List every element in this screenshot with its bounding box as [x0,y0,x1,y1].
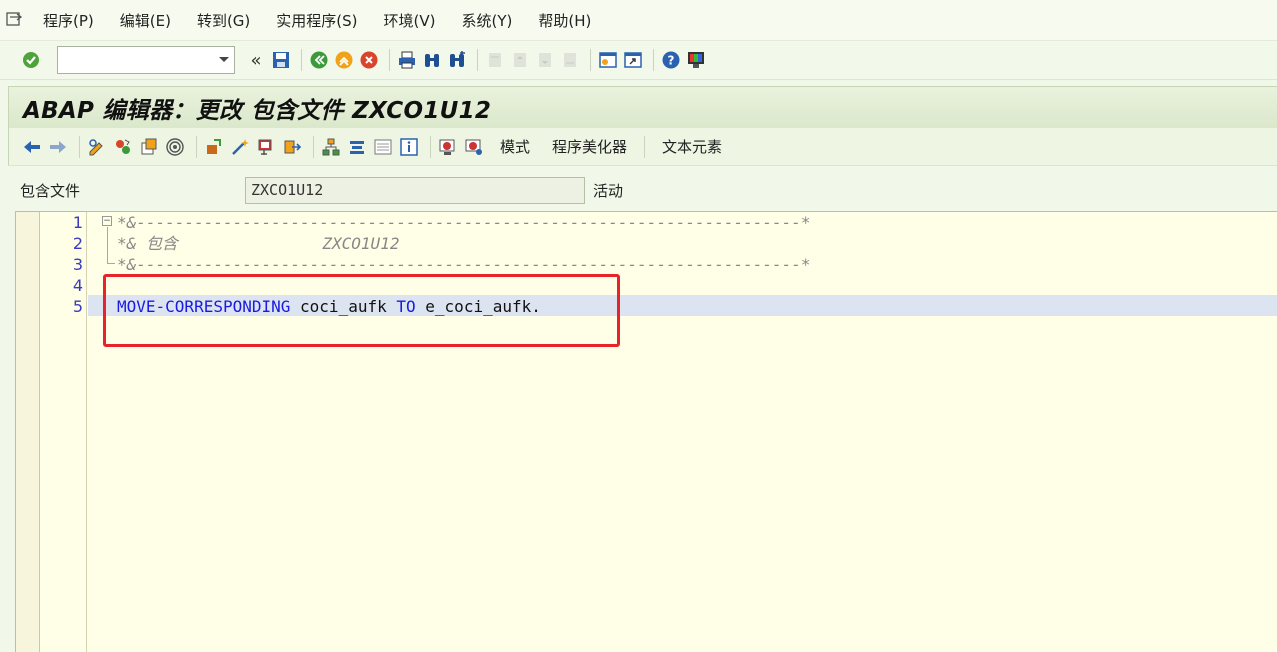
set-breakpoint-icon[interactable] [437,136,459,158]
menu-help[interactable]: 帮助(H) [525,10,604,31]
menu-program[interactable]: 程序(P) [30,10,107,31]
last-page-icon[interactable] [559,49,581,71]
print-icon[interactable] [396,49,418,71]
line-number: 5 [72,297,83,316]
create-session-icon[interactable] [597,49,619,71]
collapse-command-icon[interactable]: « [245,49,267,71]
text-elements-button[interactable]: 文本元素 [651,136,733,157]
command-field[interactable] [57,46,235,74]
forward-arrow-icon[interactable] [47,136,69,158]
where-used-icon[interactable] [255,136,277,158]
activate-icon[interactable] [164,136,186,158]
line-number: 2 [72,234,83,253]
menu-environment[interactable]: 环境(V) [371,10,449,31]
svg-text:?: ? [668,54,675,68]
find-next-icon[interactable] [446,49,468,71]
code-line-2[interactable]: *& 包含 ZXCO1U12 [117,233,399,254]
menu-shortcut-icon[interactable] [0,0,30,40]
status-text: 活动 [593,181,624,200]
customize-layout-icon[interactable] [685,49,707,71]
pattern-button[interactable]: 模式 [489,136,541,157]
menu-bar: 程序(P) 编辑(E) 转到(G) 实用程序(S) 环境(V) 系统(Y) 帮助… [0,0,1277,40]
menu-utilities[interactable]: 实用程序(S) [263,10,370,31]
info-icon[interactable] [398,136,420,158]
code-line-3[interactable]: *&--------------------------------------… [117,254,811,275]
fold-toggle-icon[interactable]: − [102,216,112,226]
enter-icon[interactable] [20,49,42,71]
code-line-1[interactable]: *&--------------------------------------… [117,212,811,233]
next-page-icon[interactable] [534,49,556,71]
line-number: 1 [72,213,83,232]
test-icon[interactable] [229,136,251,158]
check-icon[interactable] [203,136,225,158]
active-inactive-icon[interactable] [112,136,134,158]
menu-system[interactable]: 系统(Y) [448,10,525,31]
menu-goto[interactable]: 转到(G) [184,10,263,31]
toolbar-separator [313,135,314,158]
fold-guide [107,227,108,264]
display-change-icon[interactable] [86,136,108,158]
toolbar-separator [430,135,431,158]
toolbar-separator [477,49,478,71]
toolbar-separator [79,135,80,158]
help-icon[interactable]: ? [660,49,682,71]
title-bar: ABAP 编辑器：更改 包含文件 ZXCO1U12 [8,86,1277,128]
hierarchy-icon[interactable] [320,136,342,158]
menu-edit[interactable]: 编辑(E) [107,10,184,31]
exit-icon[interactable] [333,49,355,71]
editor-breakpoint-gutter[interactable] [16,212,40,652]
back-icon[interactable] [308,49,330,71]
line-number: 4 [72,276,83,295]
other-object-icon[interactable] [138,136,160,158]
toolbar-separator [301,49,302,71]
pretty-printer-button[interactable]: 程序美化器 [541,136,638,157]
toolbar-separator [644,135,646,158]
line-number: 3 [72,255,83,274]
toolbar-separator [653,49,654,71]
include-name-field[interactable]: ZXCO1U12 [245,176,585,204]
cancel-icon[interactable] [358,49,380,71]
standard-toolbar: « ? [0,40,1277,80]
previous-page-icon[interactable] [509,49,531,71]
code-editor[interactable]: 1 2 3 4 5 − *&--------------------------… [15,211,1277,652]
generate-shortcut-icon[interactable] [622,49,644,71]
include-field-row: 包含文件 ZXCO1U12 活动 [8,170,1277,210]
page-title: ABAP 编辑器：更改 包含文件 ZXCO1U12 [23,97,492,124]
application-toolbar: 模式 程序美化器 文本元素 [8,128,1277,166]
navigation-icon[interactable] [281,136,303,158]
chevron-down-icon[interactable] [218,56,230,64]
include-label: 包含文件 [20,181,81,200]
toolbar-separator [590,49,591,71]
toolbar-separator [389,49,390,71]
display-list-icon[interactable] [372,136,394,158]
fold-guide-end [107,263,115,264]
external-breakpoint-icon[interactable] [463,136,485,158]
annotation-highlight-box [103,274,620,347]
save-icon[interactable] [270,49,292,71]
stack-icon[interactable] [346,136,368,158]
back-arrow-icon[interactable] [21,136,43,158]
toolbar-separator [196,135,197,158]
first-page-icon[interactable] [484,49,506,71]
find-icon[interactable] [421,49,443,71]
line-number-gutter: 1 2 3 4 5 [40,212,87,652]
